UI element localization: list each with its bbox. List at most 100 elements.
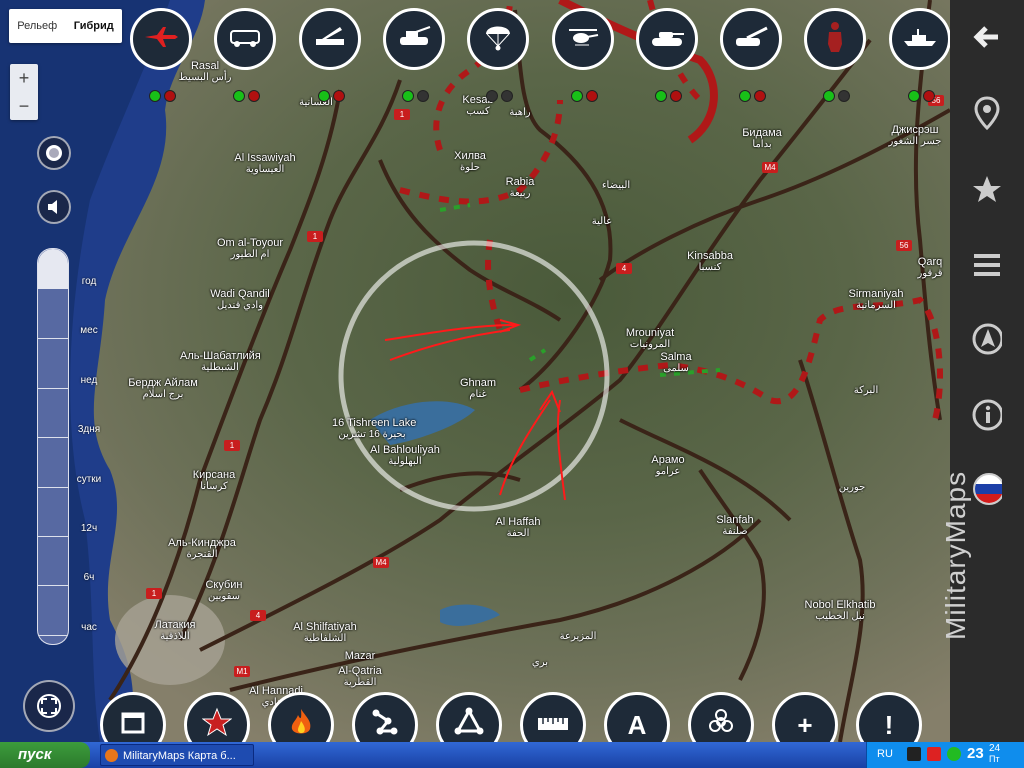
time-slider-tick xyxy=(38,437,68,439)
zoom-out-button[interactable]: − xyxy=(10,92,38,120)
place-label: Аль-Шабатлийя الشبطلية xyxy=(180,350,261,374)
place-name: Om al-Toyour xyxy=(216,237,284,249)
road-marker: 4 xyxy=(616,263,632,274)
place-label: Al Issawiyah العيساوية xyxy=(225,152,305,176)
place-name-arabic: كنسبا xyxy=(698,262,722,273)
place-label: البركة xyxy=(826,385,906,397)
taskbar-window-button[interactable]: MilitaryMaps Карта б... xyxy=(100,744,254,766)
status-dot xyxy=(149,90,161,102)
road-marker: M1 xyxy=(234,666,250,677)
place-name: 16 Tishreen Lake xyxy=(332,417,417,429)
place-name: Al-Qatria xyxy=(338,665,382,677)
time-slider-tick xyxy=(38,634,68,636)
place-name-arabic: اللاذقية xyxy=(160,631,190,642)
clock-minute: 24 xyxy=(989,743,1001,754)
place-label: Mrouniyat المرونيات xyxy=(610,327,690,351)
place-name: Бидама xyxy=(742,127,782,139)
place-name-arabic: عرامو xyxy=(655,466,681,477)
layer-button-armored-car[interactable] xyxy=(214,8,277,70)
map-view[interactable]: Rasal رأس البسيط العسانية Kesab كسب راهبة Хилв… xyxy=(0,0,950,742)
language-indicator[interactable]: RU xyxy=(877,748,893,760)
place-name-arabic: قرقور xyxy=(917,268,943,279)
time-slider-tick xyxy=(38,585,68,587)
place-label: Бердж Айлам برج اسلام xyxy=(123,377,203,401)
fullscreen-button[interactable] xyxy=(23,680,75,732)
antivirus-icon[interactable] xyxy=(927,747,941,761)
status-dot xyxy=(739,90,752,102)
windows-taskbar: пуск MilitaryMaps Карта б... RU 23 24 Пт xyxy=(0,742,1024,768)
status-dot xyxy=(838,90,851,102)
location-pin-icon[interactable] xyxy=(972,96,1002,130)
info-icon[interactable] xyxy=(972,399,1002,431)
relief-option[interactable]: Рельеф xyxy=(9,20,66,32)
place-name: Kinsabba xyxy=(687,250,733,262)
expand-icon xyxy=(37,694,61,718)
place-label: Rabia ربيعة xyxy=(480,176,560,200)
time-slider-label: нед xyxy=(80,374,98,386)
tray-app-icon[interactable] xyxy=(907,747,921,761)
place-label: Джисрэш جسر الشغور xyxy=(875,124,950,148)
time-slider-label: мес xyxy=(80,325,98,337)
back-arrow-icon[interactable] xyxy=(972,22,1002,52)
place-name-arabic: القنجرة xyxy=(186,549,218,560)
place-name: Кирсана xyxy=(192,469,236,481)
place-name-arabic: السرمانية xyxy=(856,300,896,311)
place-name: Аль-Кинджра xyxy=(168,537,236,549)
place-name: Wadi Qandil xyxy=(210,288,270,300)
layer-button-warship[interactable] xyxy=(888,8,950,70)
status-dot xyxy=(907,90,920,102)
time-slider[interactable] xyxy=(37,248,69,645)
place-name: Al Bahlouliyah xyxy=(370,444,440,456)
hybrid-option[interactable]: Гибрид xyxy=(66,20,123,32)
compass-icon[interactable] xyxy=(972,323,1002,355)
place-name-arabic: سقوبين xyxy=(207,591,241,602)
place-name-arabic: راهبة xyxy=(509,107,531,118)
road-marker: 1 xyxy=(224,440,240,451)
layer-status-indicators xyxy=(233,90,261,102)
place-label: Al Shilfatiyah الشلفاطية xyxy=(285,621,365,645)
clock-day: Пт xyxy=(989,754,1000,764)
record-button[interactable] xyxy=(37,136,71,170)
place-label: Kinsabba كنسبا xyxy=(670,250,750,274)
place-name-arabic: بري xyxy=(531,657,549,668)
time-slider-tick xyxy=(38,486,68,488)
menu-icon[interactable] xyxy=(972,250,1002,280)
layer-button-howitzer[interactable] xyxy=(720,8,783,70)
speaker-icon xyxy=(48,200,57,214)
layer-status-indicators xyxy=(401,90,429,102)
place-label: Арамо عرامو xyxy=(628,454,708,478)
place-name-arabic: البهلولية xyxy=(388,456,422,467)
time-slider-knob[interactable] xyxy=(38,249,68,289)
zoom-in-button[interactable]: + xyxy=(10,64,38,92)
helicopter-icon xyxy=(565,25,601,54)
layer-button-jet-fighter[interactable] xyxy=(130,8,192,70)
place-name-arabic: كرسانا xyxy=(200,481,228,492)
record-icon xyxy=(46,145,62,161)
place-name: Rabia xyxy=(505,176,535,188)
place-name-arabic: برج اسلام xyxy=(142,389,184,400)
network-icon[interactable] xyxy=(947,747,961,761)
zoom-control: + − xyxy=(10,64,38,120)
layer-button-paratrooper[interactable] xyxy=(467,8,530,70)
taskbar-window-title: MilitaryMaps Карта б... xyxy=(123,750,236,762)
sound-button[interactable] xyxy=(37,190,71,224)
layer-button-soldier[interactable] xyxy=(804,8,867,70)
layer-status-indicators xyxy=(317,90,345,102)
place-name-arabic: البركة xyxy=(853,385,879,396)
medical-cross-icon: + xyxy=(797,709,813,740)
layer-status-indicators xyxy=(739,90,767,102)
place-name: Slanfah xyxy=(716,514,754,526)
map-type-toggle[interactable]: Рельеф Гибрид xyxy=(9,9,122,43)
paratrooper-icon xyxy=(483,22,513,57)
layer-button-self-propelled-artillery[interactable] xyxy=(382,8,445,70)
layer-button-helicopter[interactable] xyxy=(551,8,614,70)
layer-status-indicators xyxy=(907,90,935,102)
layer-button-rocket-launcher[interactable] xyxy=(298,8,361,70)
layer-button-tank[interactable] xyxy=(635,8,698,70)
brand-logo: MilitaryMaps xyxy=(940,470,971,640)
start-button[interactable]: пуск xyxy=(0,742,90,768)
layer-status-indicators xyxy=(486,90,514,102)
russian-flag-icon[interactable] xyxy=(972,473,1002,505)
star-icon[interactable] xyxy=(972,174,1002,204)
place-name-arabic: القطرية xyxy=(343,677,377,688)
